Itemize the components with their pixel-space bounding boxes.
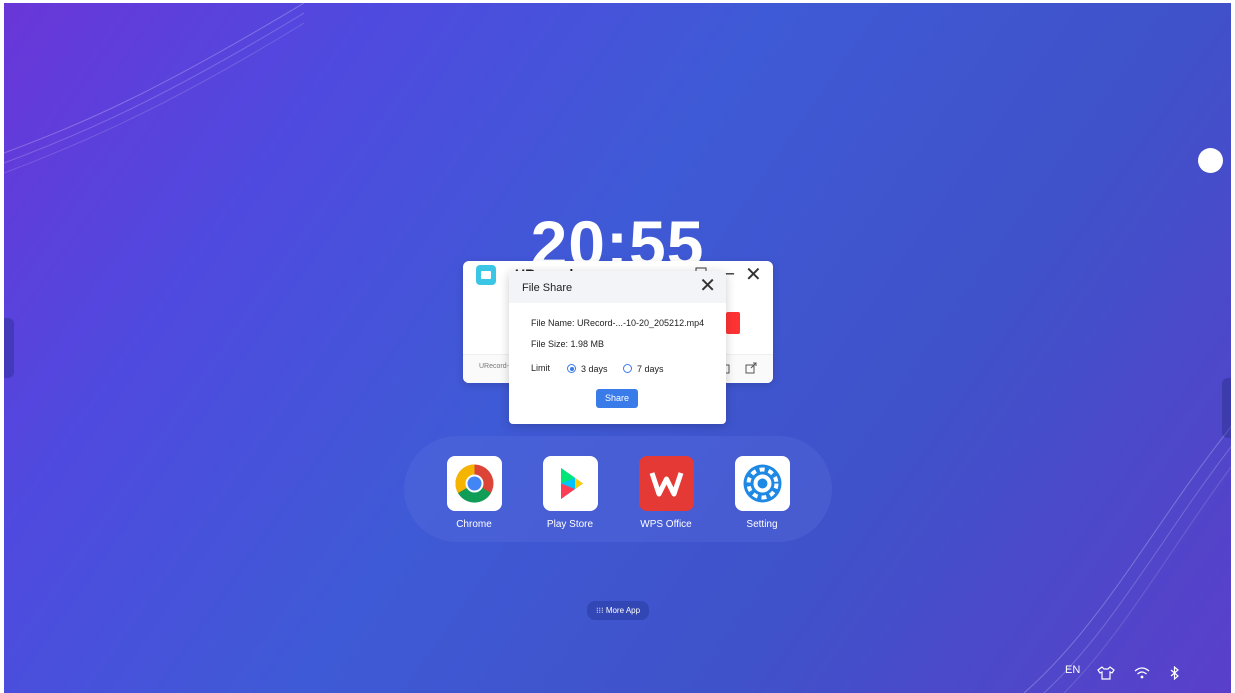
wallpaper-wave-top-left [4,3,304,174]
wallpaper-wave-bottom-right [1023,426,1231,693]
limit-3-days-radio[interactable] [567,364,576,373]
file-share-title: File Share [522,282,573,294]
limit-7-days-label[interactable]: 7 days [637,364,664,374]
more-app-button[interactable]: ⁝⁝⁝ More App [587,601,649,620]
floating-ball-button[interactable] [1198,148,1223,173]
share-icon[interactable] [745,362,757,374]
wifi-icon[interactable] [1134,666,1150,680]
app-wps-office[interactable]: WPS Office [631,456,701,530]
left-sidebar-handle[interactable] [4,318,14,378]
app-dock: Chrome Play Store WPS Office Setting [404,436,832,542]
app-play-store[interactable]: Play Store [535,456,605,530]
app-label-setting: Setting [746,519,778,530]
more-app-label: More App [605,606,641,615]
chrome-icon[interactable] [446,456,502,511]
grid-icon: ⁝⁝⁝ [595,606,604,615]
record-button[interactable] [726,312,740,334]
play-store-icon[interactable] [542,456,598,511]
limit-3-days-label[interactable]: 3 days [581,364,608,374]
app-label-play-store: Play Store [546,519,594,530]
urecord-app-icon [476,265,496,285]
shirt-icon[interactable] [1097,666,1115,680]
app-label-wps-office: WPS Office [640,519,692,530]
language-indicator[interactable]: EN [1065,664,1080,676]
wps-office-icon[interactable] [638,456,694,511]
file-name-text: File Name: URecord-...-10-20_205212.mp4 [531,318,705,328]
file-share-close-button[interactable]: ✕ [699,276,716,296]
settings-gear-icon[interactable] [734,456,790,511]
limit-label: Limit [531,363,551,373]
app-chrome[interactable]: Chrome [439,456,509,530]
file-size-text: File Size: 1.98 MB [531,339,605,347]
file-share-header: File Share ✕ [509,271,726,303]
share-button[interactable]: Share [596,389,638,408]
app-label-chrome: Chrome [456,519,492,530]
urecord-file-label: URecord-2 [479,363,513,370]
bluetooth-icon[interactable] [1168,666,1182,680]
urecord-close-button[interactable]: ✕ [745,262,762,287]
file-share-dialog: File Share ✕ File Name: URecord-...-10-2… [509,271,726,424]
right-sidebar-handle[interactable] [1222,378,1231,438]
limit-7-days-radio[interactable] [623,364,632,373]
app-setting[interactable]: Setting [727,456,797,530]
